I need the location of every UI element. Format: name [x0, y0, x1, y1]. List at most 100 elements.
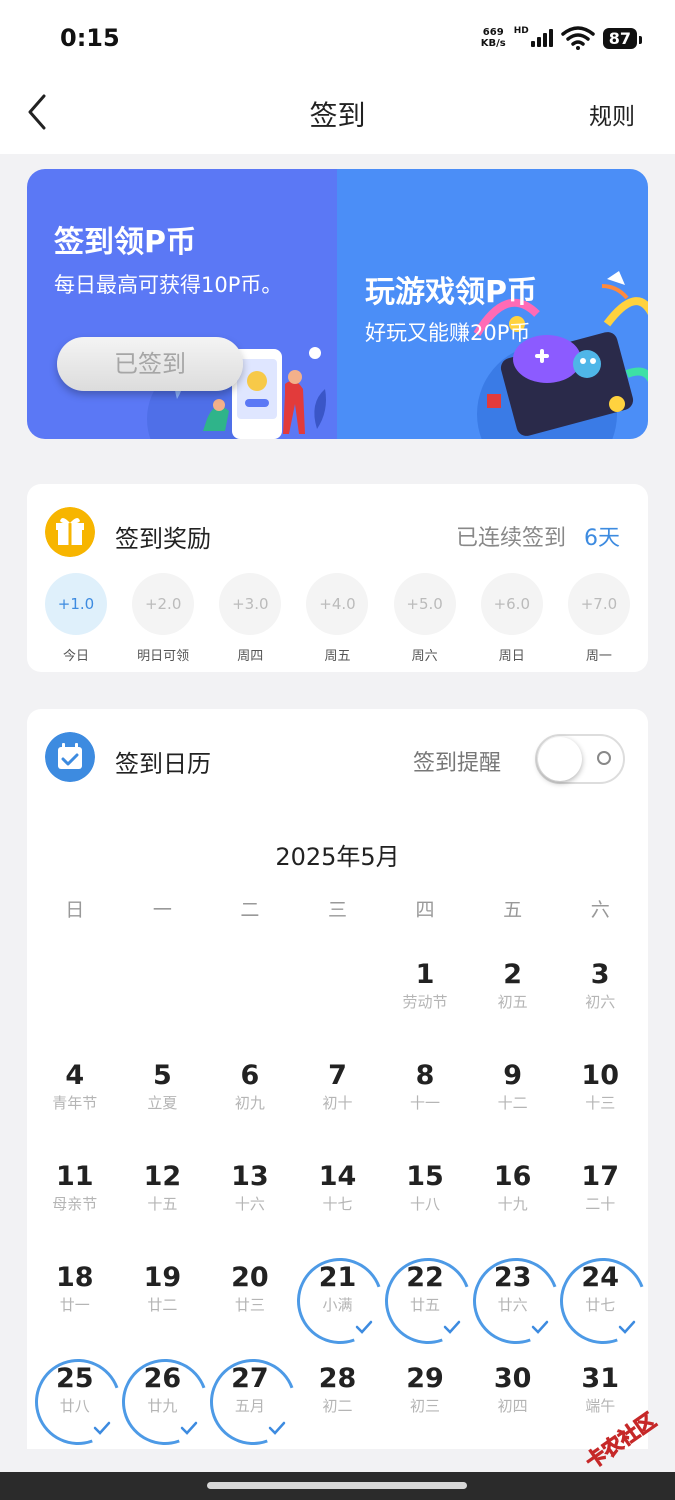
- calendar-day[interactable]: 20 廿三: [206, 1248, 294, 1349]
- calendar-day[interactable]: 1 劳动节: [381, 945, 469, 1046]
- game-banner[interactable]: 玩游戏领P币 好玩又能赚20P币: [337, 169, 648, 439]
- weekday-header: 日一二三四五六: [27, 895, 648, 922]
- calendar-day[interactable]: 6 初九: [206, 1046, 294, 1147]
- day-number: 27: [231, 1363, 269, 1394]
- reward-day-label: 周四: [237, 649, 264, 664]
- calendar-icon: [45, 732, 95, 782]
- calendar-day[interactable]: 8 十一: [381, 1046, 469, 1147]
- calendar-day[interactable]: 2 初五: [469, 945, 557, 1046]
- calendar-day[interactable]: 15 十八: [381, 1147, 469, 1248]
- empty-day-cell: [119, 945, 207, 1046]
- calendar-day-checked[interactable]: 27 五月: [206, 1349, 294, 1450]
- day-number: 12: [143, 1161, 182, 1192]
- reminder-toggle[interactable]: [535, 734, 625, 784]
- system-home-bar: [0, 1472, 675, 1500]
- reward-item: +3.0 周四: [219, 573, 282, 664]
- reward-value: +6.0: [480, 573, 543, 635]
- toggle-off-indicator-icon: [597, 751, 611, 765]
- lunar-label: 廿六: [497, 1296, 528, 1314]
- network-speed: 669 KB/s: [480, 27, 506, 49]
- checkin-banner[interactable]: 签到领P币 每日最高可获得10P币。 已签到: [27, 169, 337, 439]
- calendar-day-checked[interactable]: 24 廿七: [556, 1248, 644, 1349]
- signed-button[interactable]: 已签到: [57, 337, 243, 391]
- day-number: 17: [581, 1161, 619, 1192]
- empty-day-cell: [294, 945, 382, 1046]
- calendar-day[interactable]: 10 十三: [556, 1046, 644, 1147]
- lunar-label: 十三: [585, 1094, 616, 1112]
- empty-day-cell: [31, 945, 119, 1046]
- calendar-title: 签到日历: [115, 750, 211, 778]
- empty-day-cell: [206, 945, 294, 1046]
- day-number: 29: [406, 1363, 444, 1394]
- lunar-label: 廿一: [59, 1296, 90, 1314]
- calendar-day[interactable]: 14 十七: [294, 1147, 382, 1248]
- lunar-label: 小满: [322, 1296, 353, 1314]
- calendar-day[interactable]: 9 十二: [469, 1046, 557, 1147]
- calendar-day[interactable]: 18 廿一: [31, 1248, 119, 1349]
- page-title: 签到: [309, 99, 366, 132]
- calendar-day-checked[interactable]: 25 廿八: [31, 1349, 119, 1450]
- weekday-label: 二: [240, 899, 260, 921]
- lunar-label: 青年节: [52, 1094, 98, 1112]
- reminder-label: 签到提醒: [413, 751, 502, 776]
- checkmark-icon: [443, 1320, 461, 1334]
- lunar-label: 十九: [497, 1195, 528, 1213]
- calendar-day-checked[interactable]: 26 廿九: [119, 1349, 207, 1450]
- day-number: 13: [231, 1161, 269, 1192]
- gift-icon: [45, 507, 95, 557]
- calendar-day[interactable]: 28 初二: [294, 1349, 382, 1450]
- lunar-label: 劳动节: [402, 993, 448, 1011]
- day-number: 9: [503, 1060, 523, 1091]
- lunar-label: 廿三: [234, 1296, 265, 1314]
- reward-title: 签到奖励: [115, 525, 211, 553]
- day-number: 16: [493, 1161, 532, 1192]
- calendar-day-checked[interactable]: 23 廿六: [469, 1248, 557, 1349]
- lunar-label: 初九: [234, 1094, 265, 1112]
- lunar-label: 初五: [497, 993, 528, 1011]
- calendar-day[interactable]: 16 十九: [469, 1147, 557, 1248]
- day-number: 21: [318, 1262, 357, 1293]
- reward-value: +4.0: [306, 573, 369, 635]
- reward-card: 签到奖励 已连续签到 6天 +1.0 今日 +2.0 明日可领 +3.0 周四 +4.0 周五 +…: [27, 484, 648, 672]
- reward-day-label: 明日可领: [137, 649, 190, 664]
- day-number: 8: [415, 1060, 435, 1091]
- home-indicator[interactable]: [207, 1482, 467, 1489]
- day-number: 4: [65, 1060, 85, 1091]
- reward-value: +5.0: [393, 573, 456, 635]
- reward-value: +1.0: [45, 573, 107, 635]
- lunar-label: 二十: [585, 1195, 616, 1213]
- calendar-day[interactable]: 5 立夏: [119, 1046, 207, 1147]
- calendar-day[interactable]: 12 十五: [119, 1147, 207, 1248]
- day-number: 5: [152, 1060, 172, 1091]
- calendar-day[interactable]: 29 初三: [381, 1349, 469, 1450]
- lunar-label: 廿二: [147, 1296, 178, 1314]
- calendar-day[interactable]: 19 廿二: [119, 1248, 207, 1349]
- weekday-label: 日: [65, 899, 85, 921]
- calendar-card: 签到日历 签到提醒 2025年5月 日 一 二 三 四 五 六 1 劳动节 2 初五 3 初六 4 青年节…: [27, 709, 648, 1449]
- day-number: 22: [406, 1262, 444, 1293]
- reward-item: +5.0 周六: [393, 573, 456, 664]
- day-number: 11: [55, 1161, 94, 1192]
- reward-item: +2.0 明日可领: [132, 573, 195, 664]
- reward-item: +4.0 周五: [306, 573, 369, 664]
- calendar-day[interactable]: 17 二十: [556, 1147, 644, 1248]
- reward-value: +7.0: [567, 573, 630, 635]
- calendar-day-checked[interactable]: 21 小满: [294, 1248, 382, 1349]
- rules-link[interactable]: 规则: [589, 97, 635, 131]
- calendar-day[interactable]: 7 初十: [294, 1046, 382, 1147]
- streak-info: 已连续签到 6天: [455, 526, 620, 551]
- reward-item: +6.0 周日: [480, 573, 543, 664]
- calendar-day[interactable]: 4 青年节: [31, 1046, 119, 1147]
- hd-badge: HD: [513, 26, 529, 36]
- reward-item: +1.0 今日: [45, 573, 107, 664]
- calendar-day-checked[interactable]: 22 廿五: [381, 1248, 469, 1349]
- calendar-day[interactable]: 30 初四: [469, 1349, 557, 1450]
- day-number: 23: [493, 1262, 532, 1293]
- calendar-day[interactable]: 3 初六: [556, 945, 644, 1046]
- lunar-label: 初四: [497, 1397, 528, 1415]
- checkmark-icon: [356, 1320, 373, 1334]
- calendar-day[interactable]: 11 母亲节: [31, 1147, 119, 1248]
- lunar-label: 母亲节: [52, 1195, 98, 1213]
- lunar-label: 五月: [234, 1397, 265, 1415]
- calendar-day[interactable]: 13 十六: [206, 1147, 294, 1248]
